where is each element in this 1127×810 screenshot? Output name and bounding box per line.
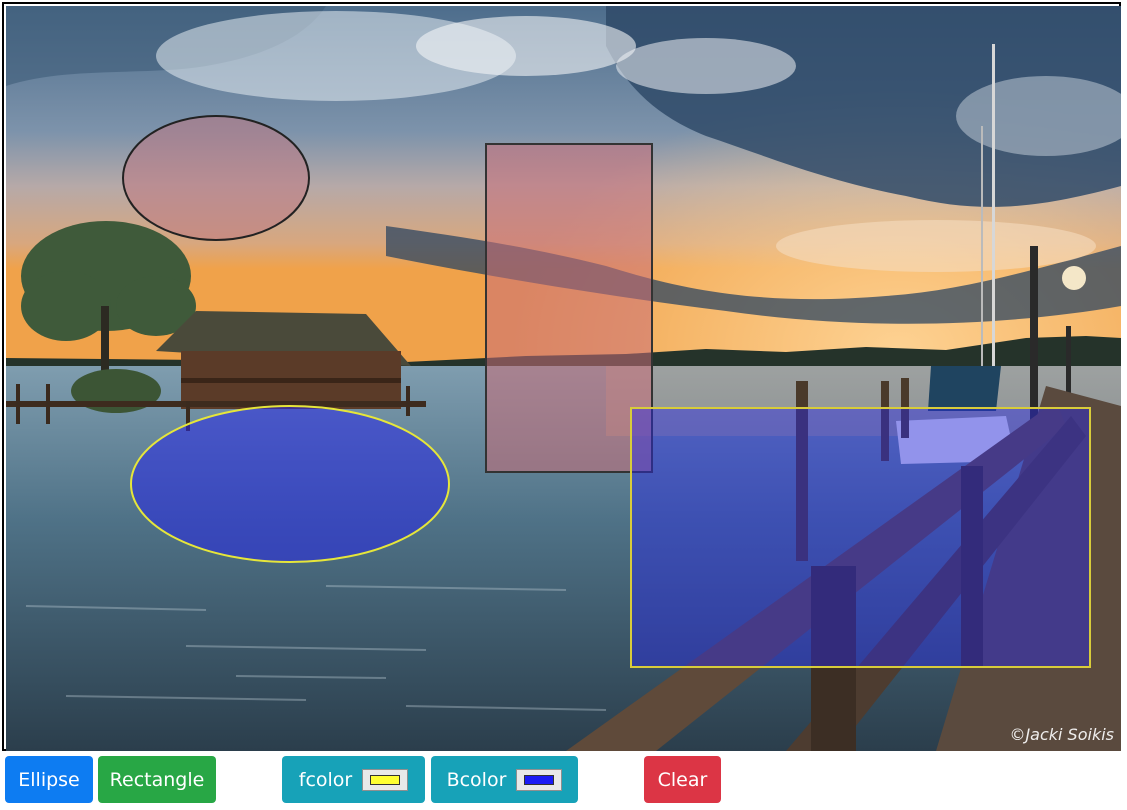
fcolor-button[interactable]: fcolor [282,756,425,803]
bcolor-button[interactable]: Bcolor [431,756,578,803]
fcolor-swatch[interactable] [362,768,409,791]
drawn-ellipse-blue[interactable] [130,405,450,563]
bcolor-swatch[interactable] [516,768,563,791]
drawn-rectangle-pink[interactable] [485,143,653,473]
rectangle-button[interactable]: Rectangle [98,756,216,803]
photo-watermark: ©Jacki Soikis [1009,725,1114,744]
bcolor-label: Bcolor [446,768,507,791]
toolbar: Ellipse Rectangle fcolor Bcolor Clear [0,756,1127,806]
fcolor-swatch-fill [370,774,401,785]
drawing-canvas[interactable]: ©Jacki Soikis [2,2,1121,751]
drawn-ellipse-pink[interactable] [122,115,310,241]
bcolor-swatch-fill [524,774,555,785]
clear-button[interactable]: Clear [644,756,721,803]
ellipse-button[interactable]: Ellipse [5,756,93,803]
canvas-svg[interactable]: ©Jacki Soikis [6,6,1121,751]
fcolor-label: fcolor [298,768,353,791]
drawn-rectangle-blue[interactable] [630,407,1091,668]
